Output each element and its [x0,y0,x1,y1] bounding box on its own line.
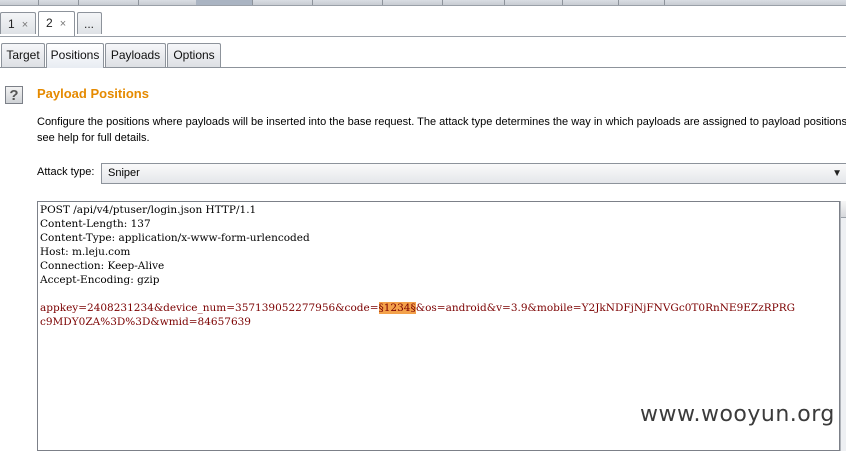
header-line: Accept-Encoding: gzip [40,274,160,286]
request-line: POST /api/v4/ptuser/login.json HTTP/1.1 [40,204,257,216]
section-title: Payload Positions [37,86,149,101]
attack-tab-2[interactable]: 2 × [38,11,75,36]
top-tab-segment[interactable] [618,0,665,5]
tab-options[interactable]: Options [167,43,221,67]
top-tab-segment[interactable] [382,0,443,5]
sub-tabs: Target Positions Payloads Options [0,42,846,68]
attack-type-value: Sniper [108,167,140,179]
close-icon[interactable]: × [60,18,66,30]
header-line: Host: m.leju.com [40,246,131,258]
attack-type-label: Attack type: [37,166,95,178]
new-tab-label: ... [84,17,95,31]
section-description: Configure the positions where payloads w… [37,114,846,146]
attack-type-select[interactable]: Sniper ▼ [101,163,846,184]
attack-tabs: 1 × 2 × ... [0,10,846,37]
tab-payloads[interactable]: Payloads [105,43,166,67]
chevron-down-icon: ▼ [832,168,842,179]
tab-positions[interactable]: Positions [46,43,104,68]
top-tab-segment[interactable] [562,0,619,5]
payload-position-marker[interactable]: §1234§ [378,302,416,314]
watermark: www.wooyun.org [640,402,835,427]
top-tab-segment[interactable] [312,0,383,5]
top-tab-segment[interactable] [252,0,313,5]
top-tab-segment[interactable] [78,0,139,5]
description-line: Configure the positions where payloads w… [37,116,846,128]
close-icon[interactable]: × [22,19,28,31]
description-line: see help for full details. [37,132,150,144]
attack-tab-label: 2 [46,16,53,30]
attack-tab-1[interactable]: 1 × [0,12,36,34]
scroll-up-arrow[interactable] [841,201,846,218]
top-tab-segment[interactable] [138,0,197,5]
editor-scrollbar[interactable] [840,201,846,451]
header-line: Connection: Keep-Alive [40,260,165,272]
header-line: Content-Length: 137 [40,218,151,230]
new-tab-button[interactable]: ... [77,12,102,34]
top-tab-segment[interactable] [504,0,563,5]
request-body-part: &os=android&v=3.9&mobile=Y2JkNDFjNjFNVGc… [415,302,796,314]
top-tab-segment[interactable] [442,0,505,5]
request-body-part: appkey=2408231234&device_num=35713905227… [40,302,379,314]
tab-target[interactable]: Target [1,43,45,67]
top-tab-strip [0,0,846,6]
header-line: Content-Type: application/x-www-form-url… [40,232,310,244]
help-icon[interactable]: ? [5,86,23,104]
top-tab-segment[interactable] [0,0,39,5]
top-tab-segment-active[interactable] [196,0,253,5]
top-tab-segment[interactable] [38,0,79,5]
request-body-part: c9MDY0ZA%3D%3D&wmid=84657639 [40,316,251,328]
attack-tab-label: 1 [8,17,15,31]
